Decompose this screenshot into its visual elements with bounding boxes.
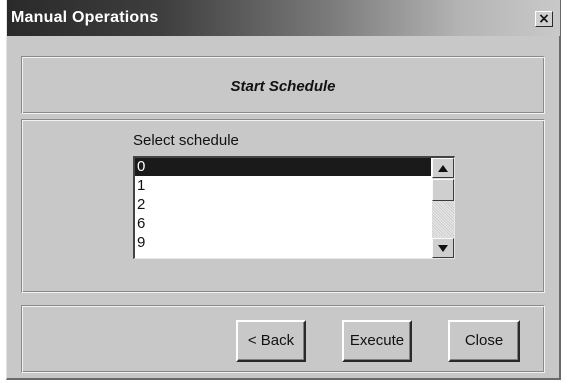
arrow-down-icon [438, 245, 448, 252]
scroll-down-button[interactable] [432, 238, 454, 258]
window-title: Manual Operations [11, 9, 159, 26]
content-panel: Select schedule 0 1 2 6 9 [21, 119, 545, 293]
scroll-thumb[interactable] [432, 179, 454, 201]
page-title: Start Schedule [230, 78, 336, 95]
schedule-listbox[interactable]: 0 1 2 6 9 [133, 156, 455, 259]
list-scrollbar[interactable] [432, 158, 454, 258]
close-window-button[interactable]: × [535, 11, 553, 27]
list-item[interactable]: 0 [135, 158, 431, 176]
manual-operations-dialog: Manual Operations × Start Schedule Selec… [6, 0, 561, 380]
execute-button[interactable]: Execute [342, 320, 412, 362]
close-icon: × [538, 11, 550, 27]
list-item[interactable]: 9 [135, 234, 431, 252]
select-schedule-label: Select schedule [133, 132, 239, 149]
list-item[interactable]: 2 [135, 196, 431, 214]
close-button[interactable]: Close [448, 320, 520, 362]
title-bar[interactable]: Manual Operations × [7, 0, 560, 36]
arrow-up-icon [438, 165, 448, 172]
header-panel: Start Schedule [21, 56, 545, 114]
back-button[interactable]: < Back [236, 320, 306, 362]
list-item[interactable]: 1 [135, 177, 431, 195]
list-item[interactable]: 6 [135, 215, 431, 233]
scroll-track[interactable] [432, 202, 454, 236]
scroll-up-button[interactable] [432, 158, 454, 178]
button-panel: < Back Execute Close [21, 305, 545, 373]
